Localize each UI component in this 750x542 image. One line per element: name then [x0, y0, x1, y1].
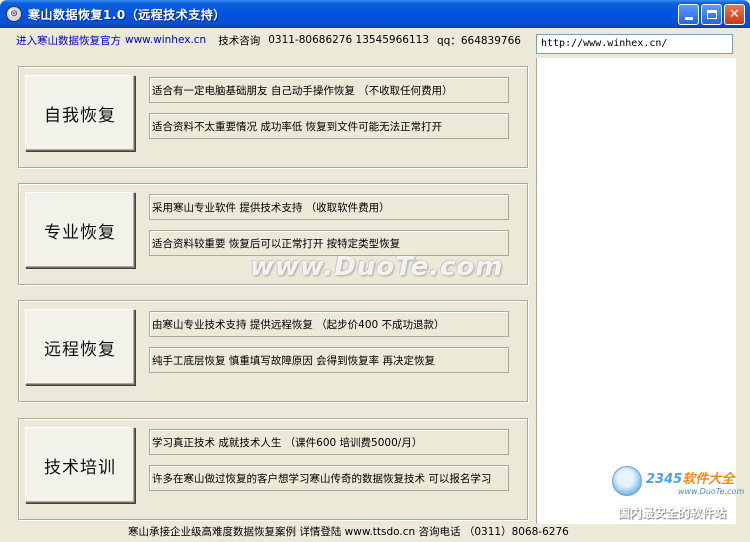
mascot-icon	[612, 466, 642, 496]
url-field[interactable]: http://www.winhex.cn/	[536, 34, 733, 54]
minimize-icon	[684, 17, 693, 20]
professional-recovery-desc-1: 采用寒山专业软件 提供技术支持 （收取软件费用）	[149, 194, 509, 220]
duote-watermark: www.DuoTe.com	[250, 252, 504, 282]
tech-training-desc-2: 许多在寒山做过恢复的客户想学习寒山传奇的数据恢复技术 可以报名学习	[149, 465, 509, 491]
remote-recovery-desc-1: 由寒山专业技术支持 提供远程恢复 （起步价400 不成功退款）	[149, 311, 509, 337]
tech-training-button[interactable]: 技术培训	[25, 427, 135, 503]
brand-2345-url: www.DuoTe.com	[678, 487, 745, 496]
self-recovery-desc-2: 适合资料不太重要情况 成功率低 恢复到文件可能无法正常打开	[149, 113, 509, 139]
official-site-url-link[interactable]: www.winhex.cn	[125, 34, 206, 46]
status-bar: 寒山承接企业级高难度数据恢复案例 详情登陆 www.ttsdo.cn 咨询电话 …	[0, 520, 750, 542]
title-bar[interactable]: ⊛ 寒山数据恢复1.0（远程技术支持） ✕	[0, 0, 750, 28]
tech-training-desc-1: 学习真正技术 成就技术人生 （课件600 培训费5000/月）	[149, 429, 509, 455]
official-site-link[interactable]: 进入寒山数据恢复官方	[16, 33, 121, 48]
self-recovery-desc-1: 适合有一定电脑基础朋友 自己动手操作恢复 （不收取任何费用）	[149, 77, 509, 103]
remote-recovery-button[interactable]: 远程恢复	[25, 309, 135, 385]
contact-label: 技术咨询	[218, 34, 261, 47]
brand-2345-suffix: 软件大全	[682, 472, 735, 487]
web-browser-panel[interactable]	[536, 58, 736, 524]
info-bar: 进入寒山数据恢复官方 www.winhex.cn 技术咨询 0311-80686…	[2, 30, 532, 50]
brand-2345-prefix: 2345	[646, 472, 683, 487]
remote-recovery-desc-2: 纯手工底层恢复 慎重填写故障原因 会得到恢复率 再决定恢复	[149, 347, 509, 373]
maximize-button[interactable]	[701, 4, 722, 25]
contact-phones: 0311-80686276 13545966113	[268, 34, 429, 46]
app-logo-icon[interactable]: ⊛	[6, 6, 22, 22]
maximize-icon	[706, 10, 717, 19]
section-remote-recovery: 远程恢复 由寒山专业技术支持 提供远程恢复 （起步价400 不成功退款） 纯手工…	[18, 300, 528, 402]
status-text: 寒山承接企业级高难度数据恢复案例 详情登陆 www.ttsdo.cn 咨询电话 …	[128, 525, 569, 538]
section-tech-training: 技术培训 学习真正技术 成就技术人生 （课件600 培训费5000/月） 许多在…	[18, 418, 528, 520]
window-controls: ✕	[678, 4, 745, 25]
self-recovery-button[interactable]: 自我恢复	[25, 75, 135, 151]
close-icon: ✕	[729, 7, 740, 22]
watermark-slogan: 国内最安全的软件站	[618, 506, 727, 520]
window-title: 寒山数据恢复1.0（远程技术支持）	[28, 7, 226, 22]
contact-qq: qq：664839766	[437, 34, 521, 47]
close-button[interactable]: ✕	[724, 4, 745, 25]
brand-2345-label: 2345软件大全	[646, 468, 734, 487]
section-self-recovery: 自我恢复 适合有一定电脑基础朋友 自己动手操作恢复 （不收取任何费用） 适合资料…	[18, 66, 528, 168]
site-watermark: 2345软件大全 www.DuoTe.com 国内最安全的软件站	[612, 462, 750, 522]
minimize-button[interactable]	[678, 4, 699, 25]
professional-recovery-button[interactable]: 专业恢复	[25, 192, 135, 268]
